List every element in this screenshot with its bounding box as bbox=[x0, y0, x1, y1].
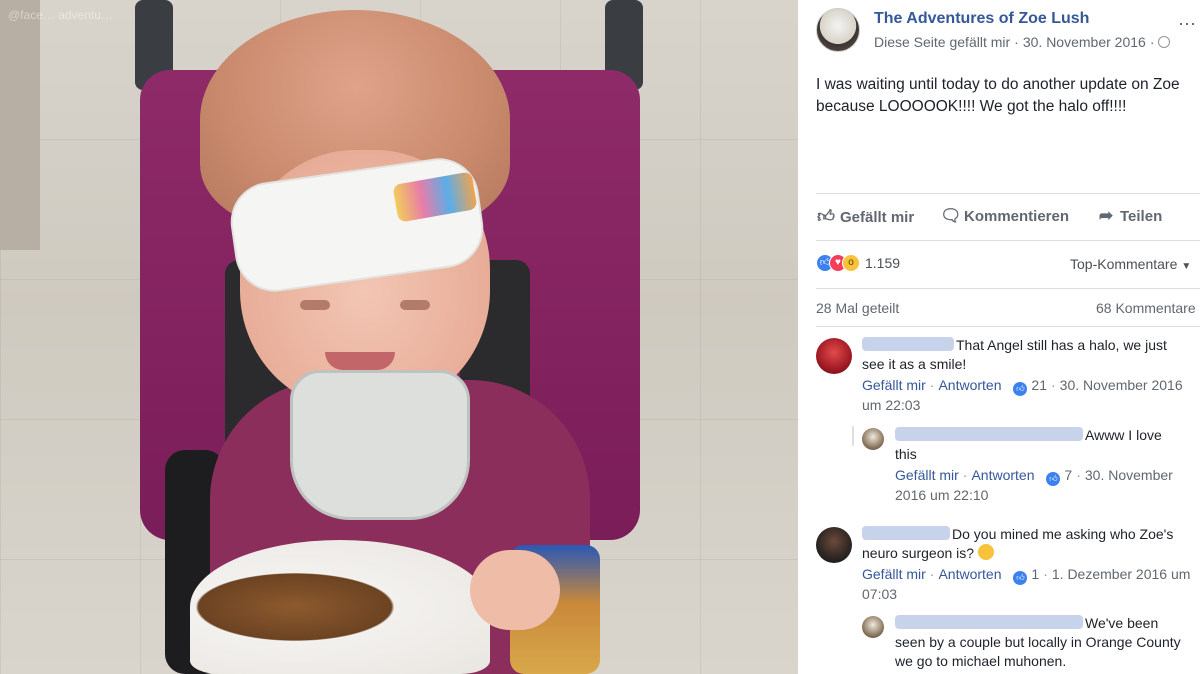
comment-like-link[interactable]: Gefällt mir bbox=[862, 566, 926, 582]
page-avatar[interactable] bbox=[816, 8, 860, 52]
reply-indent bbox=[852, 426, 854, 446]
comment-reply-link[interactable]: Antworten bbox=[938, 377, 1001, 393]
comment-count[interactable]: 68 Kommentare bbox=[1096, 300, 1196, 316]
commenter-name[interactable] bbox=[895, 615, 1083, 629]
smile-emoji-icon bbox=[977, 544, 994, 560]
globe-icon bbox=[1158, 36, 1171, 48]
post-sidebar: The Adventures of Zoe Lush Diese Seite g… bbox=[798, 0, 1200, 674]
top-comments-dropdown[interactable]: Top-Kommentare ▼ bbox=[1070, 256, 1191, 272]
reaction-count: 1.159 bbox=[865, 255, 901, 271]
post-header: The Adventures of Zoe Lush Diese Seite g… bbox=[816, 8, 1196, 58]
comment-like-link[interactable]: Gefällt mir bbox=[862, 377, 926, 393]
divider bbox=[816, 193, 1200, 194]
divider bbox=[816, 288, 1200, 289]
commenter-name[interactable] bbox=[862, 337, 954, 351]
comment-icon: 🗨︎ bbox=[940, 206, 962, 225]
commenter-name[interactable] bbox=[895, 427, 1083, 441]
comment-like-count[interactable]: 21 bbox=[1031, 377, 1047, 393]
like-badge-icon: 👍︎ bbox=[1046, 472, 1061, 486]
reaction-summary[interactable]: 👍︎ ♥ o 1.159 bbox=[816, 254, 900, 276]
reply-comment: We've been seen by a couple but locally … bbox=[862, 614, 1200, 674]
eye-right bbox=[400, 300, 430, 310]
comment-like-link[interactable]: Gefällt mir bbox=[895, 467, 959, 483]
like-button[interactable]: 👍︎ Gefällt mir bbox=[816, 206, 914, 227]
commenter-avatar[interactable] bbox=[816, 527, 852, 563]
post-date[interactable]: 30. November 2016 bbox=[1023, 34, 1146, 50]
more-options-icon[interactable]: ⋯ bbox=[1178, 14, 1196, 35]
caret-down-icon: ▼ bbox=[1181, 261, 1192, 272]
comment-like-count[interactable]: 7 bbox=[1064, 467, 1072, 483]
plush-toy bbox=[190, 540, 490, 674]
wow-reaction-icon: o bbox=[842, 254, 860, 272]
post-text: I was waiting until today to do another … bbox=[816, 76, 1180, 115]
share-count[interactable]: 28 Mal geteilt bbox=[816, 300, 899, 316]
comment: Do you mined me asking who Zoe's neuro s… bbox=[816, 525, 1200, 605]
wall bbox=[0, 0, 40, 250]
divider bbox=[816, 326, 1200, 327]
like-badge-icon: 👍︎ bbox=[1013, 571, 1028, 585]
share-icon: ➦ bbox=[1098, 206, 1114, 225]
divider bbox=[816, 240, 1200, 241]
eye-left bbox=[300, 300, 330, 310]
comment-like-count[interactable]: 1 bbox=[1031, 566, 1039, 582]
comment-button[interactable]: 🗨︎ Kommentieren bbox=[940, 206, 1069, 226]
comment-reply-link[interactable]: Antworten bbox=[971, 467, 1034, 483]
smile bbox=[325, 352, 395, 370]
share-button[interactable]: ➦ Teilen bbox=[1096, 206, 1162, 226]
post-actions: 👍︎ Gefällt mir 🗨︎ Kommentieren ➦ Teilen bbox=[816, 200, 1200, 234]
comment-reply-link[interactable]: Antworten bbox=[938, 566, 1001, 582]
commenter-avatar[interactable] bbox=[862, 616, 884, 638]
like-badge-icon: 👍︎ bbox=[1013, 382, 1028, 396]
comment: That Angel still has a halo, we just see… bbox=[816, 336, 1200, 416]
neck-brace bbox=[290, 370, 470, 520]
reply-comment: Awww I love this Gefällt mir · Antworten 👍… bbox=[862, 426, 1200, 506]
post-meta: Diese Seite gefällt mir · 30. November 201… bbox=[874, 34, 1171, 50]
thumbs-up-icon: 👍︎ bbox=[817, 207, 835, 226]
like-page-link[interactable]: Diese Seite gefällt mir bbox=[874, 34, 1010, 50]
page-name-link[interactable]: The Adventures of Zoe Lush bbox=[874, 10, 1089, 28]
commenter-name[interactable] bbox=[862, 526, 950, 540]
photo-watermark: @face… adventu… bbox=[8, 8, 113, 22]
commenter-avatar[interactable] bbox=[816, 338, 852, 374]
post-photo[interactable]: @face… adventu… bbox=[0, 0, 798, 674]
commenter-avatar[interactable] bbox=[862, 428, 884, 450]
child-hand bbox=[470, 550, 560, 630]
